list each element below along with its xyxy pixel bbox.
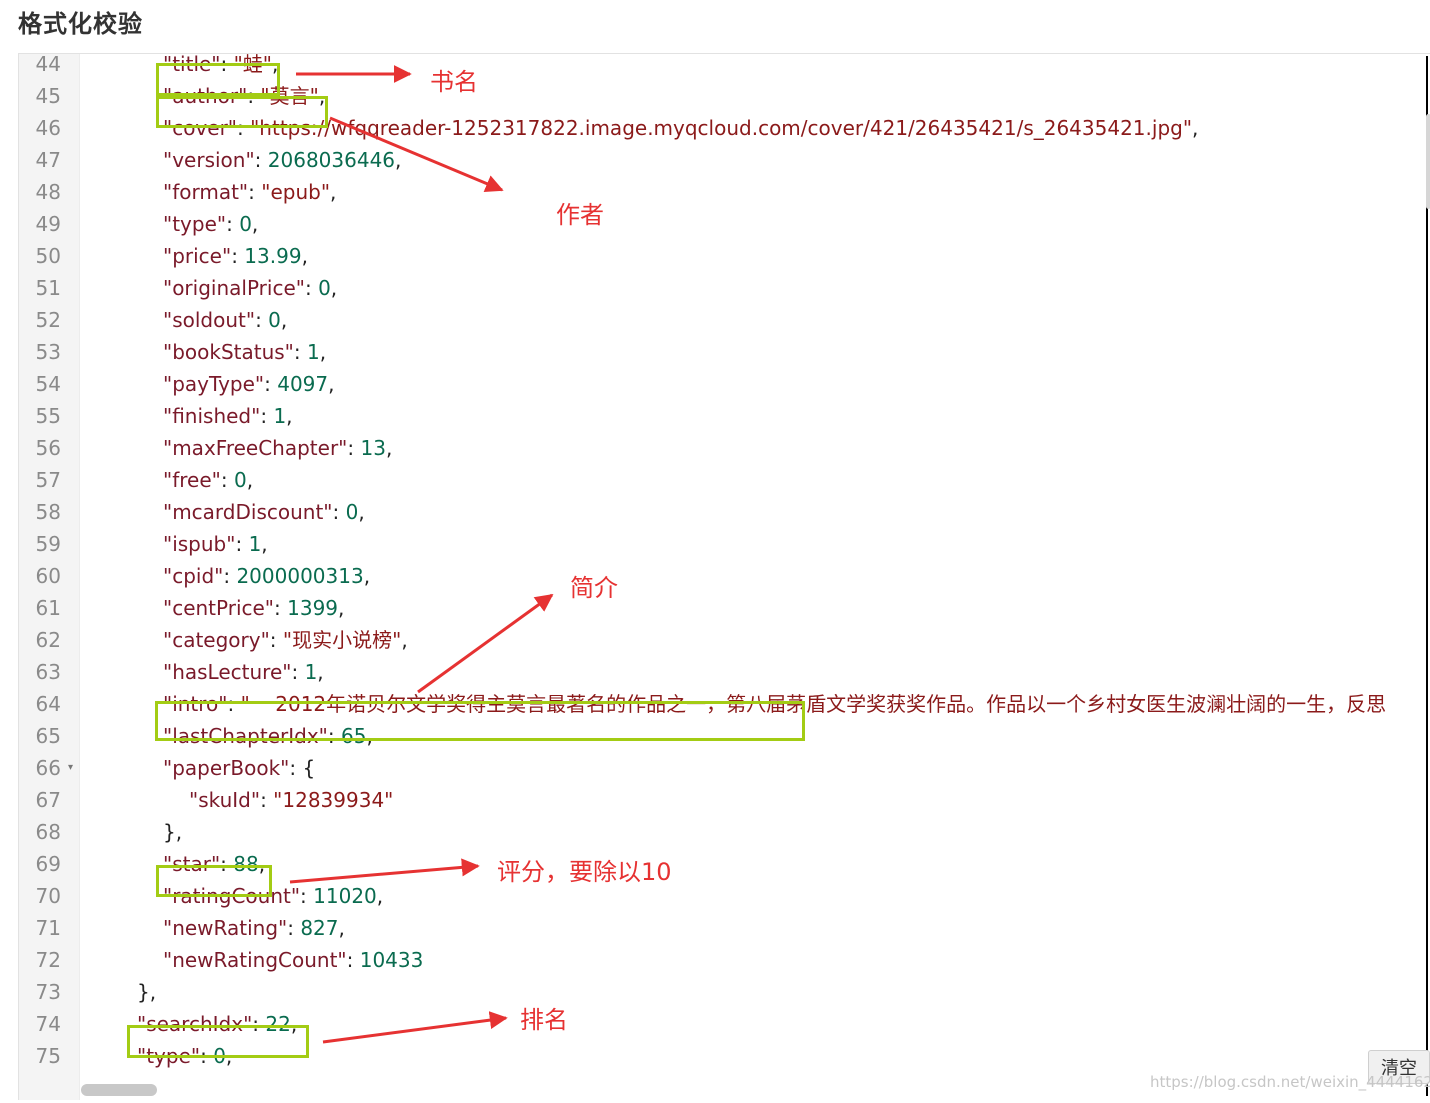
annotation-rank: 排名	[520, 1006, 568, 1034]
annotation-author: 作者	[556, 201, 604, 229]
arrow-author	[329, 116, 504, 193]
annotation-star: 评分，要除以10	[497, 858, 672, 886]
annotation-arrows	[289, 65, 554, 1044]
watermark: https://blog.csdn.net/weixin_44441620	[1150, 1073, 1430, 1091]
arrow-intro	[417, 593, 554, 694]
arrow-rank	[322, 1011, 508, 1044]
annotation-title: 书名	[430, 68, 478, 96]
annotation-intro: 简介	[570, 574, 618, 602]
arrow-star	[289, 858, 480, 884]
